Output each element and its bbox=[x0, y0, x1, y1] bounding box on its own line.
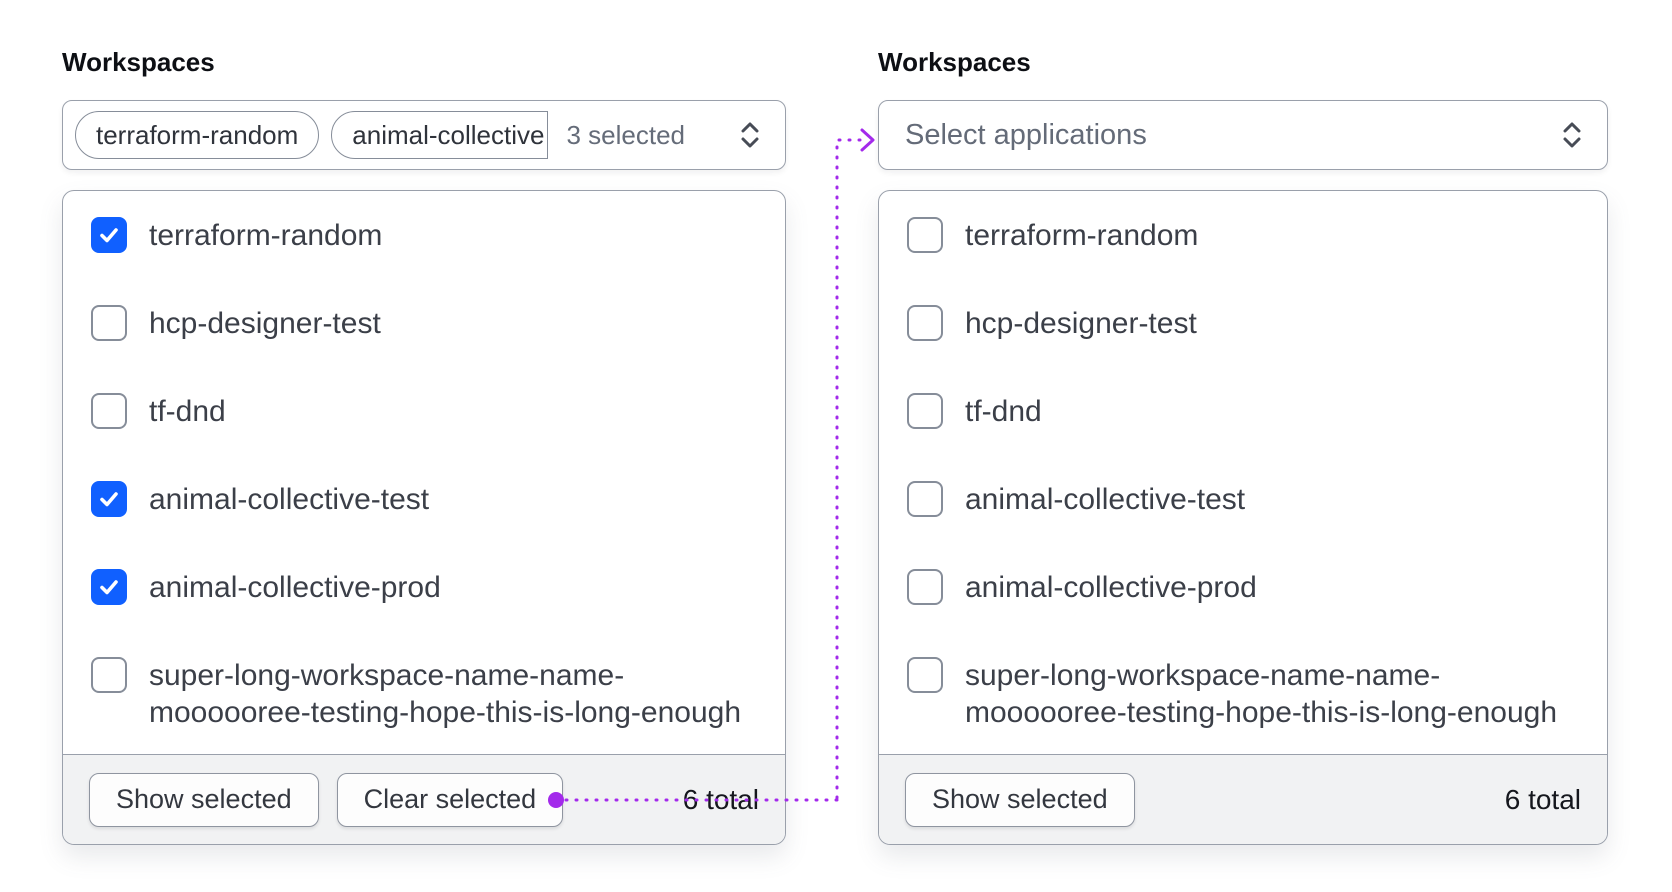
option-label-line: tf-dnd bbox=[149, 395, 226, 428]
option-label-line: terraform-random bbox=[965, 219, 1199, 252]
show-selected-button[interactable]: Show selected bbox=[89, 772, 319, 827]
options-list: terraform-random hcp-designer-test tf-dn… bbox=[63, 191, 785, 754]
checkbox[interactable] bbox=[91, 657, 127, 693]
option-row[interactable]: terraform-random bbox=[91, 217, 757, 254]
placeholder-text: Select applications bbox=[905, 118, 1147, 151]
workspaces-multiselect-right: Workspaces Select applications terraform… bbox=[878, 46, 1608, 845]
multiselect-trigger[interactable]: Select applications bbox=[878, 100, 1608, 170]
checkbox[interactable] bbox=[91, 305, 127, 341]
show-selected-button[interactable]: Show selected bbox=[905, 772, 1135, 827]
option-label: hcp-designer-test bbox=[965, 305, 1197, 342]
option-label: animal-collective-test bbox=[965, 481, 1245, 518]
option-label: animal-collective-prod bbox=[149, 569, 441, 606]
option-label-line: super-long-workspace-name-name- bbox=[149, 659, 625, 692]
option-row[interactable]: super-long-workspace-name-name-moooooree… bbox=[907, 657, 1579, 731]
option-label-line: moooooree-testing-hope-this-is-long-enou… bbox=[149, 696, 742, 729]
total-count: 6 total bbox=[682, 783, 759, 815]
option-row[interactable]: tf-dnd bbox=[91, 393, 757, 430]
option-label: tf-dnd bbox=[149, 393, 226, 430]
checkmark-icon bbox=[100, 492, 118, 507]
option-label: animal-collective-test bbox=[149, 481, 429, 518]
option-label-line: terraform-random bbox=[149, 219, 383, 252]
chevron-up-down-icon bbox=[741, 122, 759, 148]
option-row[interactable]: animal-collective-prod bbox=[907, 569, 1579, 606]
option-label: super-long-workspace-name-name-moooooree… bbox=[149, 657, 741, 731]
listbox-footer: Show selected 6 total bbox=[879, 754, 1607, 844]
option-label-line: animal-collective-test bbox=[965, 483, 1246, 516]
option-label-line: tf-dnd bbox=[965, 395, 1042, 428]
total-count: 6 total bbox=[1504, 783, 1581, 815]
option-row[interactable]: super-long-workspace-name-name-moooooree… bbox=[91, 657, 757, 731]
option-label-line: hcp-designer-test bbox=[149, 307, 381, 340]
option-label-line: animal-collective-test bbox=[149, 483, 430, 516]
option-row[interactable]: hcp-designer-test bbox=[91, 305, 757, 342]
option-row[interactable]: animal-collective-prod bbox=[91, 569, 757, 606]
option-label: terraform-random bbox=[149, 217, 382, 254]
checkbox[interactable] bbox=[91, 481, 127, 517]
checkbox[interactable] bbox=[907, 217, 943, 253]
chevron-up-down-icon bbox=[1563, 122, 1581, 148]
option-label: super-long-workspace-name-name-moooooree… bbox=[965, 657, 1557, 731]
options-listbox: terraform-random hcp-designer-test tf-dn… bbox=[878, 190, 1608, 845]
selected-tag-clipped: animal-collective bbox=[331, 111, 549, 159]
option-label-line: moooooree-testing-hope-this-is-long-enou… bbox=[965, 696, 1558, 729]
checkbox[interactable] bbox=[907, 481, 943, 517]
option-row[interactable]: animal-collective-test bbox=[91, 481, 757, 518]
option-label: animal-collective-prod bbox=[965, 569, 1257, 606]
checkmark-icon bbox=[100, 580, 118, 595]
option-label: terraform-random bbox=[965, 217, 1198, 254]
arrowhead-icon bbox=[860, 128, 875, 152]
options-list: terraform-random hcp-designer-test tf-dn… bbox=[879, 191, 1607, 754]
checkbox[interactable] bbox=[907, 569, 943, 605]
option-row[interactable]: hcp-designer-test bbox=[907, 305, 1579, 342]
option-label: hcp-designer-test bbox=[149, 305, 381, 342]
option-row[interactable]: animal-collective-test bbox=[907, 481, 1579, 518]
checkmark-icon bbox=[100, 228, 118, 243]
clear-selected-button[interactable]: Clear selected bbox=[336, 772, 564, 827]
field-label: Workspaces bbox=[878, 47, 1031, 77]
options-listbox: terraform-random hcp-designer-test tf-dn… bbox=[62, 190, 786, 845]
checkbox[interactable] bbox=[91, 393, 127, 429]
option-row[interactable]: tf-dnd bbox=[907, 393, 1579, 430]
selected-count: 3 selected bbox=[566, 119, 685, 150]
workspaces-multiselect-left: Workspaces terraform-random animal-colle… bbox=[62, 46, 786, 845]
checkbox[interactable] bbox=[91, 569, 127, 605]
option-row[interactable]: terraform-random bbox=[907, 217, 1579, 254]
option-label-line: animal-collective-prod bbox=[149, 571, 441, 604]
checkbox[interactable] bbox=[907, 657, 943, 693]
option-label-line: hcp-designer-test bbox=[965, 307, 1197, 340]
option-label-line: animal-collective-prod bbox=[965, 571, 1257, 604]
listbox-footer: Show selected Clear selected 6 total bbox=[63, 754, 785, 844]
checkbox[interactable] bbox=[91, 217, 127, 253]
option-label-line: super-long-workspace-name-name- bbox=[965, 659, 1441, 692]
option-label: tf-dnd bbox=[965, 393, 1042, 430]
checkbox[interactable] bbox=[907, 305, 943, 341]
checkbox[interactable] bbox=[907, 393, 943, 429]
field-label: Workspaces bbox=[62, 47, 215, 77]
multiselect-trigger[interactable]: terraform-random animal-collective 3 sel… bbox=[62, 100, 786, 170]
selected-tag: terraform-random bbox=[75, 111, 320, 159]
